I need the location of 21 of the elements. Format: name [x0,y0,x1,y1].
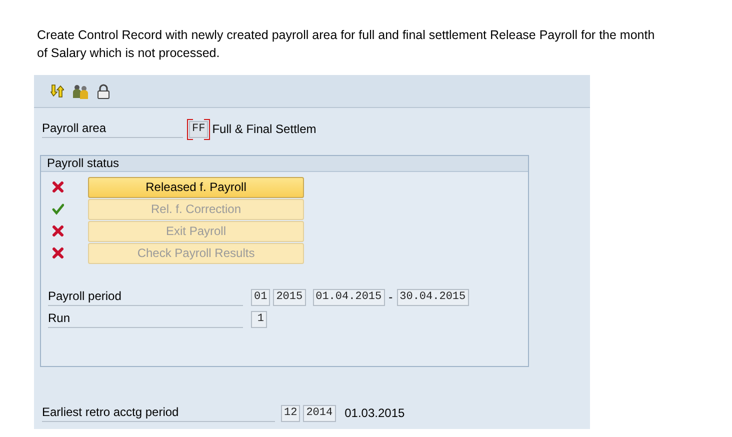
arrows-icon[interactable] [50,84,64,98]
input-field[interactable]: 1 [251,310,267,328]
date-text: 01.03.2015 [344,406,405,420]
range-separator: - [388,290,393,304]
field-description: Full & Final Settlem [212,122,316,136]
input-field[interactable]: 01 [251,288,270,306]
field-label: Payroll area [42,120,183,138]
field-label: Earliest retro acctg period [42,404,275,422]
lock-icon[interactable] [97,84,110,98]
input-field[interactable]: FF [189,120,208,138]
group-title: Payroll status [41,156,528,172]
instruction-text: Create Control Record with newly created payroll area for full and final settlement Release Payroll for the month of Salary which is not processed. [37,27,656,62]
input-field[interactable]: 12 [281,404,300,422]
input-field[interactable]: 2014 [303,404,336,422]
field-label: Payroll period [48,288,243,306]
input-field[interactable]: 01.04.2015 [312,288,385,306]
people-icon[interactable] [72,84,89,98]
field-label: Run [48,310,243,328]
status-button[interactable]: Released f. Payroll [88,176,304,198]
input-field[interactable]: 30.04.2015 [396,288,469,306]
input-field[interactable]: 2015 [273,288,306,306]
